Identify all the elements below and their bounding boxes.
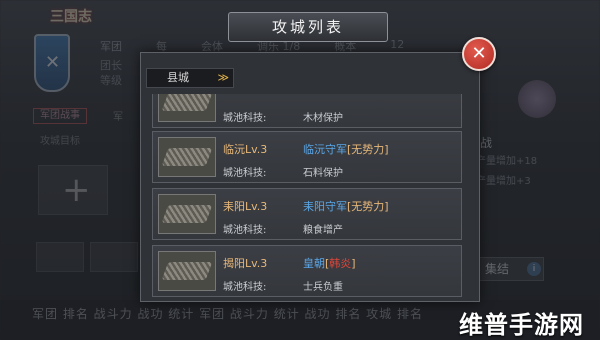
tech-value: 木材保护 — [303, 113, 343, 124]
tech-label: 城池科技: — [223, 282, 267, 293]
list-item[interactable]: 耒阳Lv.3 耒阳守军[无势力] 城池科技: 粮食增产 — [152, 188, 462, 240]
chevron-down-icon: ≫ — [217, 71, 229, 84]
defender-info: 耒阳守军[无势力] — [303, 200, 389, 213]
tech-label: 城池科技: — [223, 168, 267, 179]
list-item[interactable]: 城池科技: 木材保护 — [152, 94, 462, 128]
bottom-bar-text: 军团 排名 战斗力 战功 统计 军团 战斗力 统计 战功 排名 攻城 排名 — [32, 307, 423, 321]
tech-value: 粮食增产 — [303, 225, 343, 236]
city-name: 揭阳Lv.3 — [223, 257, 268, 270]
city-list[interactable]: 城池科技: 木材保护 临沅Lv.3 临沅守军[无势力] 城池科技: 石料保护 耒… — [152, 94, 462, 300]
close-icon: ✕ — [471, 43, 487, 64]
faction-name: 无势力 — [351, 200, 385, 213]
defender-info: 皇朝[韩炎] — [303, 257, 356, 270]
watermark: 维普手游网 — [459, 311, 584, 339]
defender-info: 临沅守军[无势力] — [303, 143, 389, 156]
city-name: 耒阳Lv.3 — [223, 200, 268, 213]
list-item[interactable]: 揭阳Lv.3 皇朝[韩炎] 城池科技: 士兵负重 — [152, 245, 462, 297]
defender-name: 临沅守军 — [303, 143, 347, 156]
city-name: 临沅Lv.3 — [223, 143, 268, 156]
tech-label: 城池科技: — [223, 113, 267, 124]
modal-title: 攻城列表 — [228, 12, 388, 42]
tech-label: 城池科技: — [223, 225, 267, 236]
city-thumbnail — [158, 251, 216, 291]
city-thumbnail — [158, 194, 216, 234]
list-item[interactable]: 临沅Lv.3 临沅守军[无势力] 城池科技: 石料保护 — [152, 131, 462, 183]
city-thumbnail — [158, 94, 216, 122]
defender-name: 耒阳守军 — [303, 200, 347, 213]
faction-name: 韩炎 — [329, 257, 352, 270]
defender-name: 皇朝 — [303, 257, 325, 270]
faction-name: 无势力 — [351, 143, 385, 156]
city-type-dropdown[interactable]: 县城 ≫ — [146, 68, 234, 88]
city-thumbnail — [158, 137, 216, 177]
dropdown-selected: 县城 — [167, 71, 189, 84]
tech-value: 士兵负重 — [303, 282, 343, 293]
close-button[interactable]: ✕ — [462, 37, 496, 71]
tech-value: 石料保护 — [303, 168, 343, 179]
